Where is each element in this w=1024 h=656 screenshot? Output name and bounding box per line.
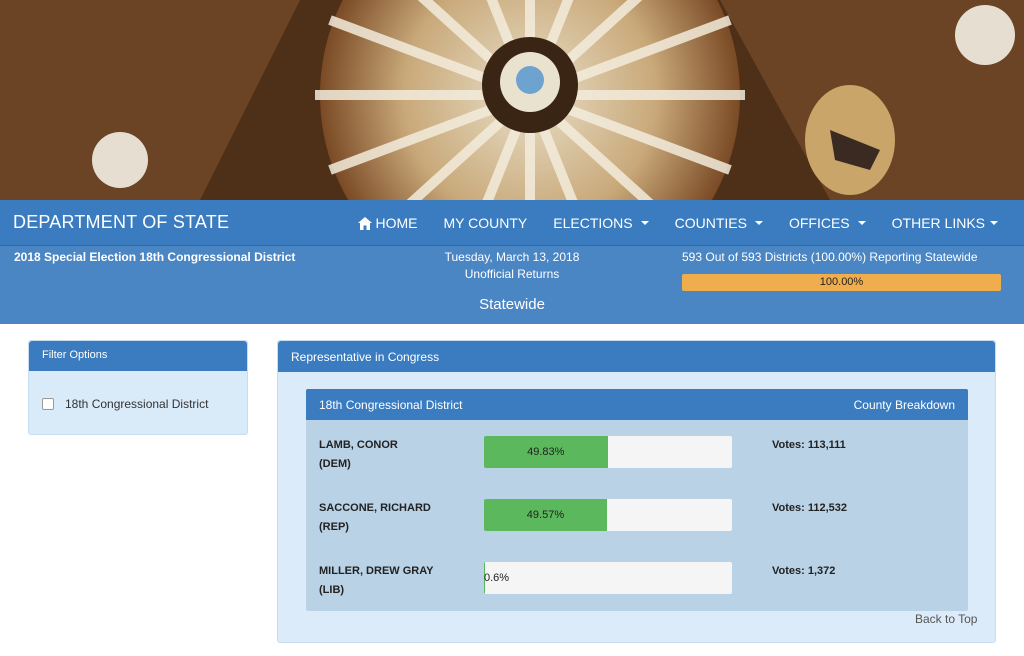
candidate-percent-label: 49.57% <box>526 509 565 521</box>
filter-options-panel: Filter Options 18th Congressional Distri… <box>28 340 248 435</box>
county-breakdown-link[interactable]: County Breakdown <box>854 398 955 412</box>
candidate-votes: Votes: 1,372 <box>772 565 836 577</box>
candidate-name-block: LAMB, CONOR (DEM) <box>319 436 398 474</box>
candidate-percent-bar: 49.57% <box>484 499 732 531</box>
chevron-down-icon <box>990 221 998 225</box>
nav-other-links-label: OTHER LINKS <box>891 215 985 231</box>
nav-elections[interactable]: ELECTIONS <box>540 215 661 231</box>
candidate-name: LAMB, CONOR <box>319 439 398 451</box>
nav-my-county-label: MY COUNTY <box>443 215 528 231</box>
election-date: Tuesday, March 13, 2018 <box>444 250 580 264</box>
district-results: 18th Congressional District County Break… <box>306 389 968 611</box>
candidate-votes: Votes: 112,532 <box>772 502 848 514</box>
candidate-votes: Votes: 113,111 <box>772 439 846 451</box>
candidate-row: LAMB, CONOR (DEM) 49.83% Votes: 113,111 <box>319 436 959 472</box>
election-scope: Statewide <box>479 296 545 313</box>
race-panel: Representative in Congress 18th Congress… <box>277 340 996 643</box>
filter-option-label: 18th Congressional District <box>65 397 209 411</box>
election-date-block: Tuesday, March 13, 2018 Unofficial Retur… <box>412 249 612 283</box>
chevron-down-icon <box>754 221 763 225</box>
nav-other-links[interactable]: OTHER LINKS <box>879 215 1024 231</box>
home-icon <box>357 216 372 230</box>
chevron-down-icon <box>857 221 866 225</box>
nav-offices[interactable]: OFFICES <box>776 215 879 231</box>
district-title: 18th Congressional District <box>319 398 463 412</box>
nav-counties[interactable]: COUNTIES <box>662 215 776 231</box>
candidate-name-block: MILLER, DREW GRAY (LIB) <box>319 562 434 600</box>
nav-offices-label: OFFICES <box>788 215 850 231</box>
header-banner-image <box>0 0 1024 200</box>
nav-elections-label: ELECTIONS <box>553 215 633 231</box>
candidate-name-block: SACCONE, RICHARD (REP) <box>319 499 431 537</box>
election-title: 2018 Special Election 18th Congressional… <box>14 250 296 264</box>
candidate-party: (REP) <box>319 521 349 533</box>
candidate-percent-label: 49.83% <box>527 446 565 458</box>
filter-options-title: Filter Options <box>29 341 247 371</box>
filter-option-district[interactable]: 18th Congressional District <box>42 397 208 411</box>
candidate-row: SACCONE, RICHARD (REP) 49.57% Votes: 112… <box>319 499 959 535</box>
candidate-row: MILLER, DREW GRAY (LIB) 0.6% Votes: 1,37… <box>319 562 959 598</box>
candidate-percent-bar: 49.83% <box>484 436 732 468</box>
district-header: 18th Congressional District County Break… <box>306 389 968 420</box>
site-brand[interactable]: DEPARTMENT OF STATE <box>13 212 229 233</box>
candidate-percent-label: 0.6% <box>484 572 510 584</box>
nav-counties-label: COUNTIES <box>674 215 747 231</box>
top-navbar: DEPARTMENT OF STATE HOME MY COUNTY ELECT… <box>0 200 1024 246</box>
nav-home-label: HOME <box>375 215 418 231</box>
candidate-name: MILLER, DREW GRAY <box>319 565 434 577</box>
district-checkbox[interactable] <box>42 398 54 410</box>
candidate-party: (DEM) <box>319 458 351 470</box>
race-title: Representative in Congress <box>278 341 995 372</box>
nav-menu: HOME MY COUNTY ELECTIONS COUNTIES OFFICE… <box>345 200 1024 246</box>
candidate-party: (LIB) <box>319 584 345 596</box>
candidate-name: SACCONE, RICHARD <box>319 502 431 514</box>
chevron-down-icon <box>640 221 649 225</box>
election-returns-type: Unofficial Returns <box>464 267 560 281</box>
back-to-top-link[interactable]: Back to Top <box>915 612 977 626</box>
nav-my-county[interactable]: MY COUNTY <box>431 215 541 231</box>
reporting-progress-bar: 100.00% <box>682 274 1001 291</box>
election-info-band: 2018 Special Election 18th Congressional… <box>0 246 1024 324</box>
candidate-percent-bar: 0.6% <box>484 562 732 594</box>
reporting-progress-label: 100.00% <box>819 276 864 288</box>
dome-illustration <box>0 0 1024 200</box>
reporting-status: 593 Out of 593 Districts (100.00%) Repor… <box>682 250 978 264</box>
nav-home[interactable]: HOME <box>345 215 431 231</box>
